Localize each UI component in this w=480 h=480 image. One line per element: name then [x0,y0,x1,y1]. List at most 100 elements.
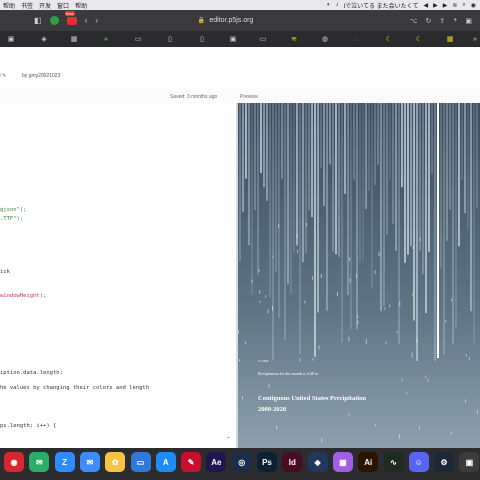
back-icon[interactable]: ‹ [85,16,88,25]
dock-app-activity-monitor-icon[interactable]: ∿ [383,452,404,472]
dock-app-netease-icon[interactable]: ◉ [4,452,24,472]
address-bar[interactable]: 🔒 editor.p5js.org [198,17,253,24]
search-icon[interactable]: ⌕ [462,2,465,9]
bookmark-icon-3[interactable]: ▦ [69,34,79,44]
dock-app-keynote-icon[interactable]: ▭ [130,452,151,472]
control-center-icon[interactable]: ◉ [471,2,476,9]
music-status-icon[interactable]: ♪ [335,2,338,8]
bookmark-icon-11[interactable]: ◍ [320,34,330,44]
add-tab-icon[interactable]: + [453,17,457,25]
code-editor[interactable]: gjson"); .TTF"); ick windowHeight); ipti… [0,103,236,448]
menu-bar: 帮助 书签 开发 窗口 帮助 ◐ ♪ Iで泣いてる また会いたくて ◀ ▶ ▶ … [0,0,480,10]
saved-status: Saved: 3 months ago [170,94,218,100]
preview-label: Preview [240,94,258,100]
rain-drop [265,295,266,298]
reload-icon[interactable]: ↻ [426,17,432,25]
code-line[interactable]: gjson"); [0,207,27,213]
bookmark-icon-8[interactable]: ▣ [228,34,238,44]
rain-drop [267,308,269,314]
code-line[interactable]: iption.data.length; [0,370,63,376]
bookmark-icon-9[interactable]: ▭ [258,34,268,44]
bookmark-icon-5[interactable]: ▭ [133,34,143,44]
menu-item-bookmarks[interactable]: 书签 [18,1,36,10]
rain-drop [465,399,466,403]
dock-app-photoshop-icon[interactable]: Ps [257,452,277,472]
prev-icon[interactable]: ◀ [423,2,428,9]
next-icon[interactable]: ▶ [443,2,448,9]
menu-item-window[interactable]: 窗口 [54,1,72,10]
bookmark-icon-7[interactable]: ▯ [197,34,207,44]
tab-overview-icon[interactable]: ▣ [465,17,472,25]
dock-app-photos-icon[interactable]: ✿ [105,452,126,472]
share-icon[interactable]: ⇪ [439,17,445,25]
play-icon[interactable]: ▶ [433,2,438,9]
rain-drop [304,300,306,304]
dock-app-launchpad-icon[interactable]: ▦ [332,452,353,472]
bookmark-icon-1[interactable]: ▣ [6,34,16,44]
translate-icon[interactable]: ⌥ [409,17,417,25]
menu-item-develop[interactable]: 开发 [36,1,54,10]
rain-drop [242,396,243,400]
sketch-name[interactable]: nal ✎ [0,73,6,79]
bookmark-icon-6[interactable]: ▯ [165,34,175,44]
dock-app-after-effects-icon[interactable]: Ae [206,452,227,472]
rain-drop [259,300,261,303]
bookmark-icon-2[interactable]: ◈ [39,34,49,44]
dock-app-other-icon[interactable]: ◆ [307,452,328,472]
url-text[interactable]: editor.p5js.org [209,17,253,24]
dock-app-wechat-icon[interactable]: ✉ [29,452,50,472]
dock-app-illustrator-icon[interactable]: Ai [358,452,379,472]
rain-drop [468,357,470,361]
dock-app-zoom-icon[interactable]: Z [54,452,75,472]
new-tab-badge[interactable]: New [64,10,77,25]
dock-app-mail-icon[interactable]: ✉ [79,452,100,472]
dock-app-app-store-icon[interactable]: A [155,452,176,472]
bookmark-icon-10[interactable]: ≋ [289,34,299,44]
more-bookmarks-icon[interactable]: » [470,34,480,44]
dock-app-discord-icon[interactable]: ☺ [408,452,429,472]
dock-app-cinema-4d-icon[interactable]: ◎ [231,452,252,472]
rain-drop [348,413,350,416]
bookmark-icon-14[interactable]: ☾ [414,34,424,44]
rain-drop [399,301,401,306]
sketch-preview[interactable]: CLIMT Precipitation for this month is 4.… [238,103,480,448]
code-line[interactable]: windowHeight); [0,293,46,299]
rain-drop [357,315,359,318]
bookmark-icon-4[interactable]: ● [101,34,111,44]
sidebar-toggle-icon[interactable]: ◧ [34,16,42,25]
rain-drop [389,304,391,308]
sketch-author[interactable]: by gmy20021023 [22,73,60,79]
rain-drop [416,339,418,343]
edit-pencil-icon[interactable]: ✎ [2,73,6,79]
bookmark-icon-12[interactable]: ◌ [352,34,362,44]
dock-app-trash-icon[interactable]: ▣ [459,452,480,472]
rain-drop [272,255,274,259]
collapse-console-icon[interactable]: ⌃ [226,436,231,443]
bookmark-icon-15[interactable]: ▦ [445,34,455,44]
dock-app-acrobat-icon[interactable]: ✎ [181,452,202,472]
rain-drop [451,298,453,302]
menu-item-help[interactable]: 帮助 [0,1,18,10]
rain-drop [465,354,467,357]
code-line[interactable]: ps.length; i++) { [0,423,56,429]
dock-app-steam-icon[interactable]: ⚙ [434,452,455,472]
wechat-status-icon[interactable]: ◐ [327,2,331,8]
rain-drop [450,431,452,435]
code-line[interactable]: .TTF"); [0,216,23,222]
rain-drop [411,352,413,358]
bookmark-icon-13[interactable]: ☾ [384,34,394,44]
precipitation-readout: Precipitation for this month is 4.48 in [258,371,318,376]
wifi-icon[interactable]: ≋ [452,2,457,9]
forward-icon[interactable]: › [95,16,98,25]
code-line[interactable]: ick [0,269,10,275]
code-line[interactable]: he values by changing their colors and l… [0,385,149,391]
lock-icon: 🔒 [197,18,206,24]
tab-group-icon[interactable] [49,16,59,25]
rain-drop [238,359,240,362]
rain-drop [321,438,323,443]
rain-drop [384,307,386,310]
rain-drop [385,341,387,345]
menu-item-help2[interactable]: 帮助 [72,1,90,10]
rain-drop [356,273,358,278]
dock-app-indesign-icon[interactable]: Id [282,452,303,472]
